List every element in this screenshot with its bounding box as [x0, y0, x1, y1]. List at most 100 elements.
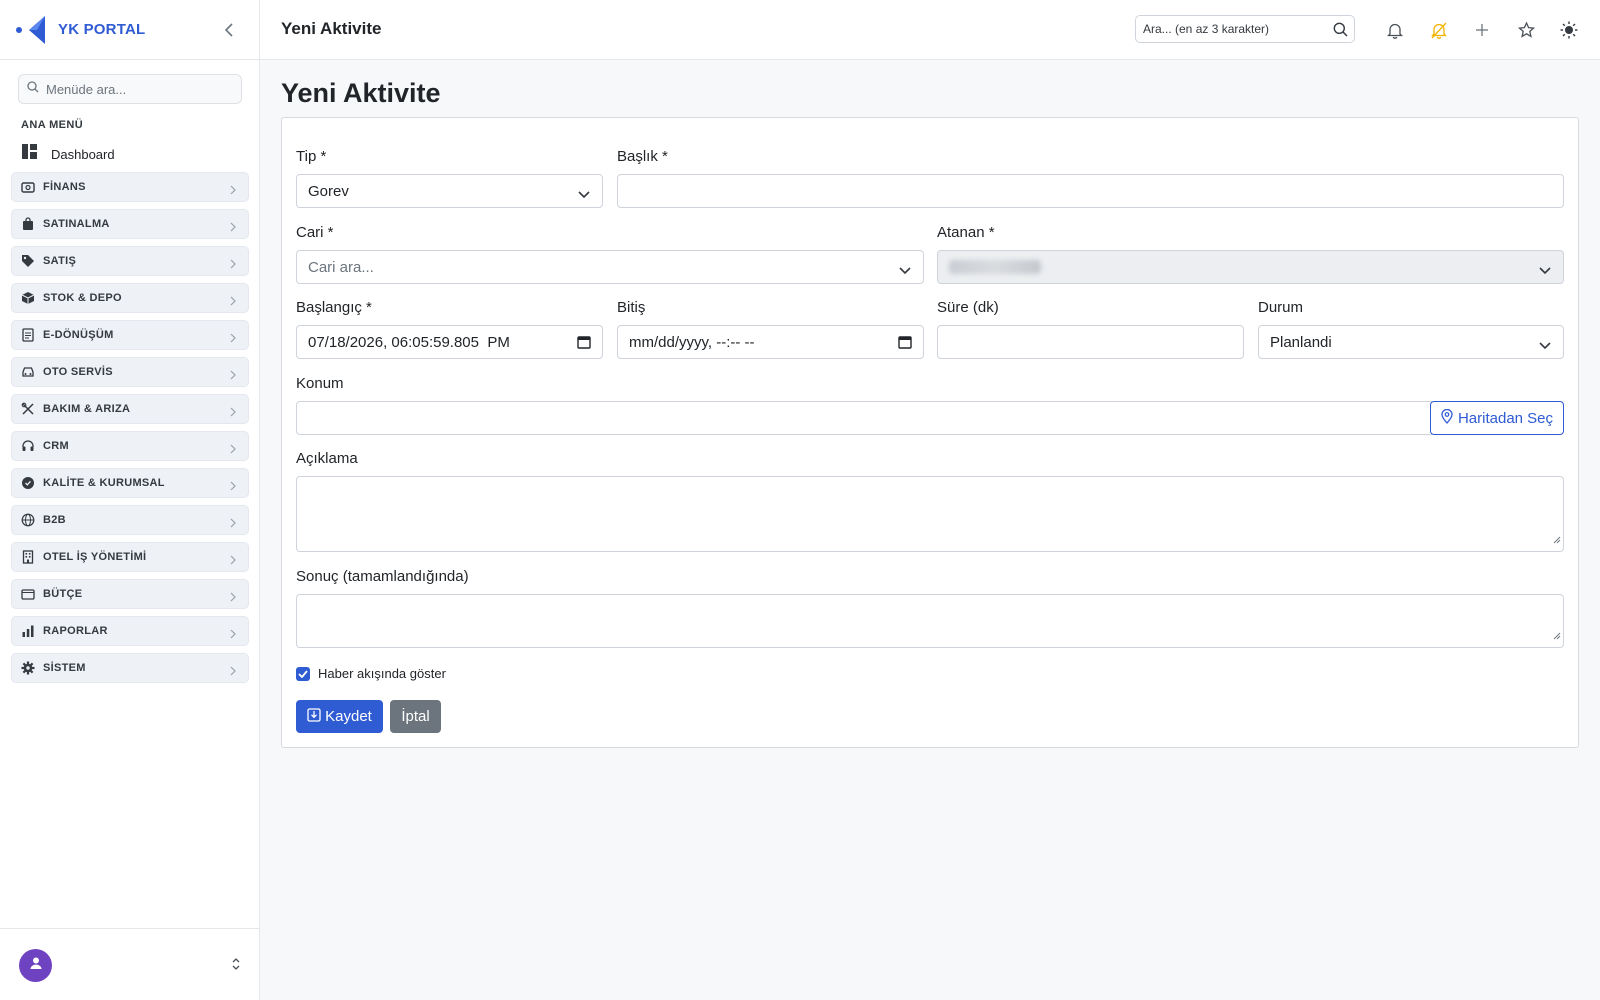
chevron-right-icon	[230, 367, 236, 385]
cari-select[interactable]: Cari ara...	[296, 250, 924, 284]
cari-label: Cari *	[296, 224, 334, 241]
sidebar-item-label: OTEL İŞ YÖNETİMİ	[43, 551, 147, 563]
chevron-down-icon	[1539, 337, 1551, 354]
atanan-label: Atanan *	[937, 224, 995, 241]
atanan-select[interactable]	[937, 250, 1564, 284]
sidebar-item-b2b[interactable]: B2B	[11, 505, 249, 535]
baslik-label: Başlık *	[617, 148, 668, 165]
sidebar-item-satis[interactable]: SATIŞ	[11, 246, 249, 276]
durum-label: Durum	[1258, 299, 1304, 316]
chevron-right-icon	[230, 219, 236, 237]
bell-icon[interactable]	[1384, 19, 1406, 41]
chevron-right-icon	[230, 663, 236, 681]
sidebar-item-label: SATINALMA	[43, 218, 110, 230]
sidebar-item-label: OTO SERVİS	[43, 366, 113, 378]
sidebar-item-label: BAKIM & ARIZA	[43, 403, 131, 415]
konum-input[interactable]	[296, 401, 1432, 435]
dashboard-icon	[22, 144, 37, 164]
gear-icon	[21, 661, 35, 675]
bitis-label: Bitiş	[617, 299, 646, 316]
building-icon	[21, 550, 35, 564]
finance-icon	[21, 180, 35, 194]
box-icon	[21, 291, 35, 305]
section-title: ANA MENÜ	[21, 119, 84, 131]
konum-label: Konum	[296, 375, 344, 392]
resize-handle-icon[interactable]	[1553, 627, 1561, 645]
page-title: Yeni Aktivite	[281, 78, 441, 108]
collapse-sidebar-icon[interactable]	[219, 20, 239, 40]
sidebar: YK PORTAL ANA MENÜ Dashboard FİNANS SATI…	[0, 0, 260, 1000]
durum-select[interactable]: Planlandi	[1258, 325, 1564, 359]
sidebar-item-oto-servis[interactable]: OTO SERVİS	[11, 357, 249, 387]
plus-icon[interactable]	[1471, 19, 1493, 41]
baslangic-datetime-input[interactable]: 07/18/2026, 06:05:59.805 PM	[296, 325, 603, 359]
sidebar-item-otel-is-yonetimi[interactable]: OTEL İŞ YÖNETİMİ	[11, 542, 249, 572]
news-feed-checkbox-label: Haber akışında göster	[318, 666, 446, 681]
sonuc-label: Sonuç (tamamlandığında)	[296, 568, 469, 585]
sidebar-item-butce[interactable]: BÜTÇE	[11, 579, 249, 609]
sidebar-item-bakim-ariza[interactable]: BAKIM & ARIZA	[11, 394, 249, 424]
news-feed-checkbox[interactable]	[296, 666, 310, 681]
brand[interactable]: YK PORTAL	[0, 0, 259, 60]
news-feed-checkbox-row[interactable]: Haber akışında göster	[296, 666, 446, 681]
save-icon	[307, 707, 321, 726]
bar-chart-icon	[21, 624, 35, 638]
sidebar-item-label: SİSTEM	[43, 662, 86, 674]
global-search[interactable]	[1135, 15, 1355, 43]
brand-name: YK PORTAL	[58, 21, 146, 38]
bag-icon	[21, 217, 35, 231]
search-icon	[27, 80, 39, 98]
calendar-icon[interactable]	[577, 335, 591, 353]
sidebar-item-crm[interactable]: CRM	[11, 431, 249, 461]
menu-search[interactable]	[18, 74, 242, 104]
sidebar-item-label: FİNANS	[43, 181, 86, 193]
cari-placeholder: Cari ara...	[308, 258, 374, 276]
sure-input[interactable]	[937, 325, 1244, 359]
chevron-right-icon	[230, 626, 236, 644]
baslik-input[interactable]	[617, 174, 1564, 208]
sidebar-item-kalite-kurumsal[interactable]: KALİTE & KURUMSAL	[11, 468, 249, 498]
bell-off-icon[interactable]	[1428, 19, 1450, 41]
resize-handle-icon[interactable]	[1553, 531, 1561, 549]
chevron-up-down-icon[interactable]	[231, 957, 241, 976]
sidebar-item-label: Dashboard	[51, 146, 115, 162]
calendar-icon[interactable]	[898, 335, 912, 353]
sidebar-item-label: B2B	[43, 514, 66, 526]
baslangic-value: 07/18/2026, 06:05:59.805 PM	[308, 333, 510, 351]
sure-label: Süre (dk)	[937, 299, 999, 316]
chevron-right-icon	[230, 552, 236, 570]
sidebar-item-sistem[interactable]: SİSTEM	[11, 653, 249, 683]
sidebar-item-finans[interactable]: FİNANS	[11, 172, 249, 202]
cancel-button[interactable]: İptal	[390, 700, 441, 733]
sidebar-item-label: CRM	[43, 440, 69, 452]
chevron-down-icon	[1539, 262, 1551, 279]
chevron-right-icon	[230, 441, 236, 459]
save-button[interactable]: Kaydet	[296, 700, 383, 733]
map-select-button[interactable]: Haritadan Seç	[1430, 401, 1564, 435]
menu-search-input[interactable]	[46, 81, 226, 97]
sidebar-item-dashboard[interactable]: Dashboard	[22, 144, 115, 164]
global-search-input[interactable]	[1143, 22, 1323, 36]
sidebar-item-stok-depo[interactable]: STOK & DEPO	[11, 283, 249, 313]
wallet-icon	[21, 587, 35, 601]
bitis-datetime-input[interactable]: mm/dd/yyyy, --:-- --	[617, 325, 924, 359]
sidebar-footer	[0, 928, 259, 1000]
topbar-title: Yeni Aktivite	[281, 19, 382, 38]
sidebar-item-raporlar[interactable]: RAPORLAR	[11, 616, 249, 646]
tools-icon	[21, 402, 35, 416]
tip-select[interactable]: Gorev	[296, 174, 603, 208]
sidebar-item-e-donusum[interactable]: E-DÖNÜŞÜM	[11, 320, 249, 350]
save-label: Kaydet	[325, 708, 372, 725]
sonuc-textarea[interactable]	[296, 594, 1564, 648]
tip-value: Gorev	[308, 182, 349, 200]
star-icon[interactable]	[1515, 19, 1537, 41]
sidebar-item-label: RAPORLAR	[43, 625, 108, 637]
map-pin-icon	[1441, 408, 1453, 428]
sidebar-item-satinalma[interactable]: SATINALMA	[11, 209, 249, 239]
avatar[interactable]	[19, 949, 52, 982]
tag-icon	[21, 254, 35, 268]
aciklama-textarea[interactable]	[296, 476, 1564, 552]
search-icon[interactable]	[1333, 22, 1348, 42]
sun-icon[interactable]	[1558, 19, 1580, 41]
aciklama-label: Açıklama	[296, 450, 358, 467]
